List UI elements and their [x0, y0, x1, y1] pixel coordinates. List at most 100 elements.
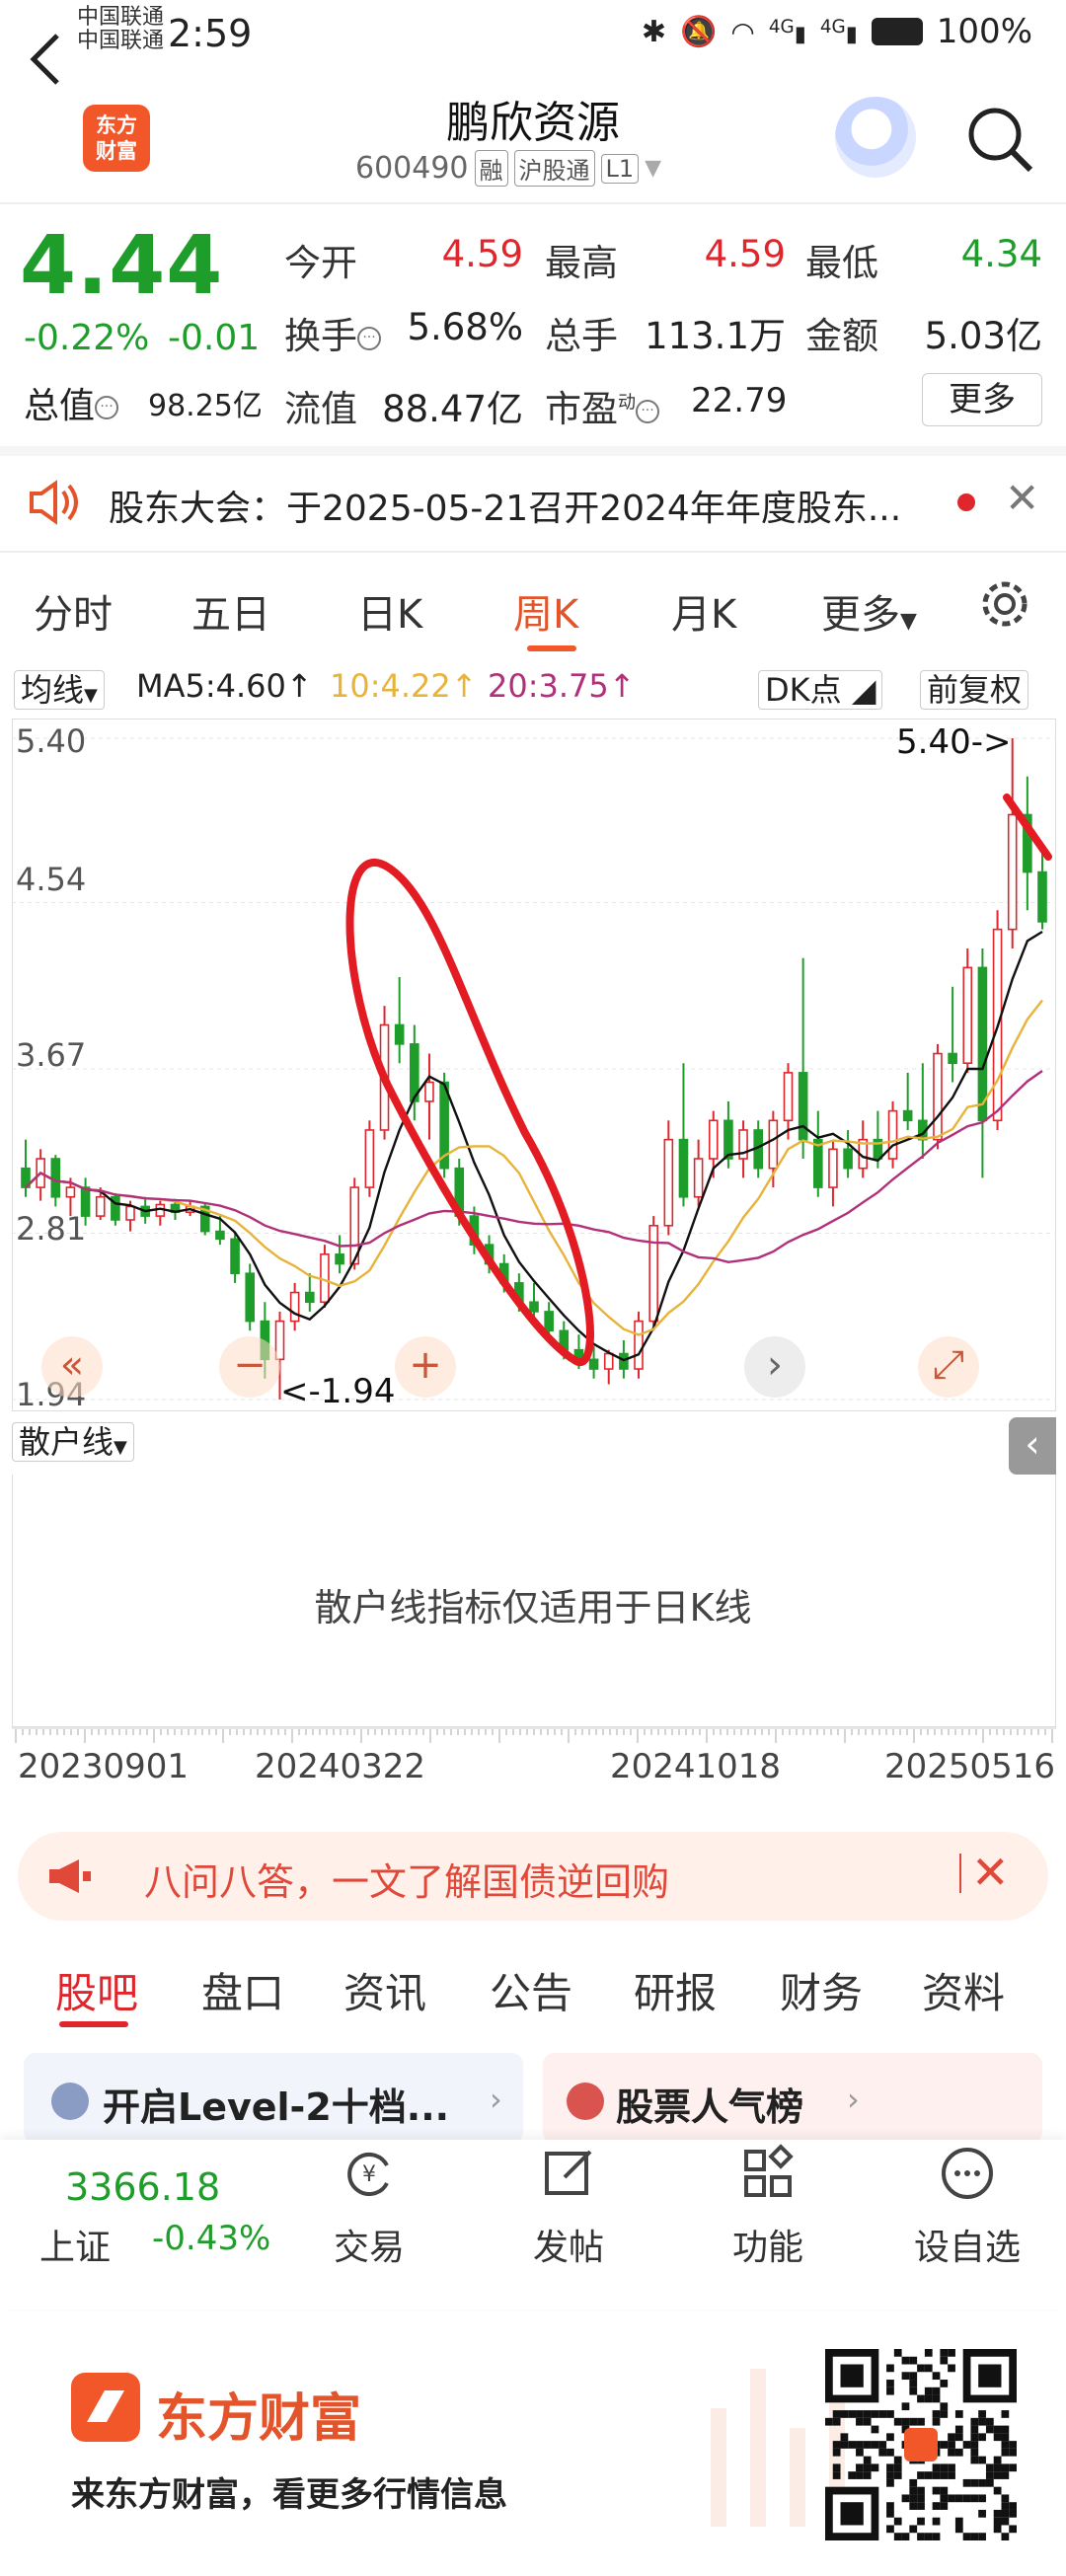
index-name[interactable]: 上证 — [39, 2219, 111, 2270]
candle-body — [783, 1072, 794, 1122]
qr-module — [909, 2478, 918, 2487]
qr-module — [863, 2417, 872, 2426]
index-change[interactable]: -0.43% — [152, 2219, 270, 2258]
close-icon[interactable]: ✕ — [1005, 474, 1039, 522]
candle-body — [289, 1291, 300, 1323]
qr-module — [948, 2463, 955, 2472]
qr-module — [909, 2502, 918, 2510]
qr-module — [917, 2533, 925, 2540]
carrier-info: 中国联通 中国联通 — [77, 6, 164, 53]
candle-body — [424, 1081, 434, 1102]
ma-selector[interactable]: 均线▼ — [14, 665, 105, 711]
trade-icon[interactable]: ¥ — [340, 2144, 399, 2203]
mute-icon: 🔕 — [680, 14, 718, 49]
tab-weekly-k[interactable]: 周K — [513, 582, 578, 640]
adjust-selector[interactable]: 前复权 — [920, 665, 1029, 711]
info-icon[interactable]: ··· — [357, 326, 381, 350]
scroll-left-icon[interactable]: « — [41, 1336, 103, 1398]
zoom-out-icon[interactable]: − — [219, 1336, 280, 1398]
qr-module — [948, 2441, 955, 2449]
tab-guba[interactable]: 股吧 — [55, 1960, 138, 2020]
kline-chart[interactable] — [12, 719, 1056, 1411]
brand-slogan: 来东方财富，看更多行情信息 — [71, 2475, 507, 2515]
gear-icon[interactable] — [977, 576, 1032, 632]
add-watchlist-button[interactable]: 设自选 — [898, 2219, 1036, 2270]
qr-module — [940, 2349, 949, 2357]
qr-module — [978, 2433, 986, 2442]
tab-more[interactable]: 更多▼ — [821, 582, 917, 640]
dk-selector[interactable]: DK点 ◢ — [758, 665, 883, 711]
index-value[interactable]: 3366.18 — [65, 2165, 220, 2209]
sub-indicator-selector[interactable]: 散户线▼ — [12, 1417, 134, 1463]
qr-module — [917, 2494, 925, 2503]
tab-profile[interactable]: 资料 — [922, 1960, 1005, 2020]
amount-label: 金额 — [805, 315, 878, 357]
close-icon[interactable]: ✕ — [971, 1846, 1010, 1899]
qr-module — [1009, 2502, 1017, 2510]
speaker-icon — [30, 480, 78, 525]
popularity-card-text[interactable]: 股票人气榜 — [616, 2077, 803, 2131]
tab-monthly-k[interactable]: 月K — [671, 582, 736, 640]
qr-module — [832, 2463, 841, 2472]
post-icon[interactable] — [539, 2144, 598, 2203]
qr-module — [886, 2433, 894, 2442]
qr-center-logo — [904, 2428, 938, 2462]
candle-body — [693, 1158, 704, 1198]
section-divider — [0, 446, 1066, 456]
more-button[interactable]: 更多 — [922, 373, 1042, 426]
qr-module — [962, 2494, 971, 2503]
qr-module — [886, 2525, 894, 2534]
qr-module — [840, 2433, 849, 2442]
change-percent: -0.22% — [24, 318, 150, 358]
qr-module — [917, 2394, 925, 2403]
tab-news[interactable]: 资讯 — [343, 1960, 426, 2020]
tab-five-day[interactable]: 五日 — [191, 582, 270, 640]
qr-module — [932, 2410, 941, 2418]
more-dots-icon[interactable] — [938, 2144, 997, 2203]
tab-announcements[interactable]: 公告 — [490, 1960, 572, 2020]
high-label: 最高 — [545, 242, 618, 284]
high-value: 4.59 — [704, 233, 786, 275]
clock: 2:59 — [168, 12, 253, 55]
qr-module — [878, 2410, 887, 2418]
fullscreen-icon[interactable]: ⤢ — [918, 1336, 979, 1398]
qr-module — [970, 2441, 979, 2449]
candle-body — [125, 1205, 135, 1221]
scroll-right-icon[interactable]: › — [744, 1336, 805, 1398]
qr-module — [1009, 2463, 1017, 2472]
level2-card-text[interactable]: 开启Level-2十档... — [103, 2077, 449, 2131]
trade-button[interactable]: 交易 — [300, 2219, 438, 2270]
stock-subtitle[interactable]: 600490 融 沪股通 L1 ▼ — [355, 150, 661, 187]
low-value: 4.34 — [960, 233, 1042, 275]
search-icon[interactable] — [963, 103, 1036, 176]
qr-module — [1001, 2448, 1010, 2457]
post-button[interactable]: 发帖 — [499, 2219, 638, 2270]
assistant-robot-icon[interactable] — [835, 97, 916, 178]
qr-module — [917, 2364, 925, 2373]
tab-research[interactable]: 研报 — [634, 1960, 717, 2020]
qr-module — [909, 2380, 918, 2387]
tab-finance[interactable]: 财务 — [780, 1960, 863, 2020]
turnover-value: 5.68% — [407, 306, 523, 348]
info-icon[interactable]: ··· — [636, 399, 659, 423]
chevron-right-icon: › — [490, 2081, 502, 2118]
collapse-panel-icon[interactable]: ‹ — [1009, 1417, 1056, 1475]
qr-module — [932, 2471, 941, 2479]
functions-icon[interactable] — [738, 2144, 798, 2203]
tab-pankou[interactable]: 盘口 — [201, 1960, 284, 2020]
bluetooth-icon: ✱ — [641, 14, 667, 49]
battery-icon — [871, 18, 923, 45]
qr-module — [871, 2441, 879, 2449]
candle-body — [768, 1119, 779, 1170]
functions-button[interactable]: 功能 — [699, 2219, 837, 2270]
tab-daily-k[interactable]: 日K — [357, 582, 422, 640]
notice-text[interactable]: 股东大会：于2025-05-21召开2024年年度股东... — [109, 480, 901, 531]
ad-banner-text[interactable]: 八问八答，一文了解国债逆回购 — [144, 1852, 669, 1906]
qr-code — [825, 2349, 1017, 2540]
back-icon[interactable] — [26, 30, 65, 89]
zoom-in-icon[interactable]: + — [395, 1336, 456, 1398]
tab-intraday[interactable]: 分时 — [34, 582, 113, 640]
qr-module — [832, 2417, 841, 2426]
qr-module — [970, 2425, 979, 2434]
info-icon[interactable]: ··· — [95, 396, 119, 419]
